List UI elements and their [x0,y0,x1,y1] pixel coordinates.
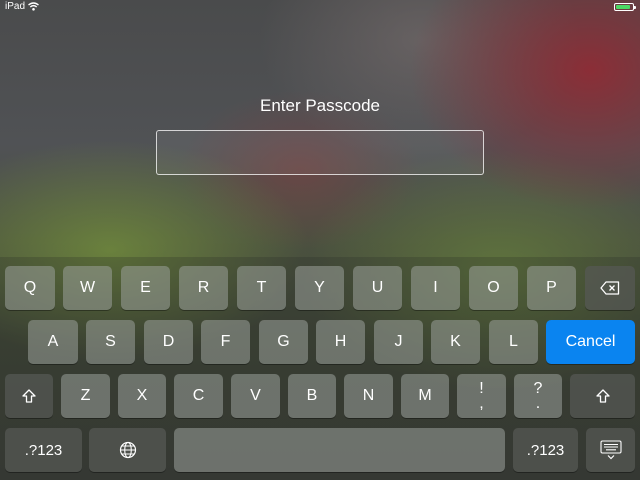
key-punct2-top: ? [533,380,543,397]
passcode-field[interactable] [156,130,484,175]
key-x[interactable]: X [118,374,166,418]
key-punct1-bottom: , [479,395,484,412]
key-punct1-top: ! [479,380,484,397]
backspace-button[interactable] [585,266,635,310]
shift-left-button[interactable] [5,374,53,418]
key-s[interactable]: S [86,320,135,364]
key-question-period[interactable]: ? . [514,374,562,418]
key-w[interactable]: W [63,266,112,310]
hide-keyboard-icon [599,440,622,460]
key-k[interactable]: K [431,320,480,364]
key-t[interactable]: T [237,266,286,310]
battery-level [616,5,631,9]
key-b[interactable]: B [288,374,336,418]
key-punct2-bottom: . [535,395,541,412]
key-l[interactable]: L [489,320,538,364]
key-c[interactable]: C [174,374,223,418]
numbers-right-button[interactable]: .?123 [513,428,578,472]
space-bar[interactable] [174,428,505,472]
key-g[interactable]: G [259,320,308,364]
keyboard: Q W E R T Y U I O P A S D F G H J K L Ca… [0,257,640,480]
battery-icon [614,3,636,11]
key-p[interactable]: P [527,266,576,310]
key-e[interactable]: E [121,266,170,310]
globe-button[interactable] [89,428,166,472]
key-m[interactable]: M [401,374,449,418]
key-z[interactable]: Z [61,374,110,418]
key-f[interactable]: F [201,320,250,364]
key-o[interactable]: O [469,266,518,310]
shift-right-button[interactable] [570,374,635,418]
status-left: iPad [5,1,39,12]
key-r[interactable]: R [179,266,228,310]
key-h[interactable]: H [316,320,365,364]
key-u[interactable]: U [353,266,402,310]
key-v[interactable]: V [231,374,280,418]
key-y[interactable]: Y [295,266,344,310]
page-title: Enter Passcode [259,96,380,115]
key-n[interactable]: N [344,374,393,418]
key-exclamation-comma[interactable]: ! , [457,374,506,418]
cancel-button[interactable]: Cancel [546,320,635,364]
shift-icon [595,389,610,403]
status-bar: iPad [0,0,640,14]
shift-icon [22,389,36,403]
key-j[interactable]: J [374,320,423,364]
key-i[interactable]: I [411,266,460,310]
key-q[interactable]: Q [5,266,55,310]
device-name: iPad [5,1,26,12]
globe-icon [119,441,136,459]
backspace-icon [600,281,620,295]
key-d[interactable]: D [144,320,193,364]
wifi-icon [28,2,39,11]
hide-keyboard-button[interactable] [586,428,635,472]
key-a[interactable]: A [28,320,78,364]
numbers-left-button[interactable]: .?123 [5,428,82,472]
